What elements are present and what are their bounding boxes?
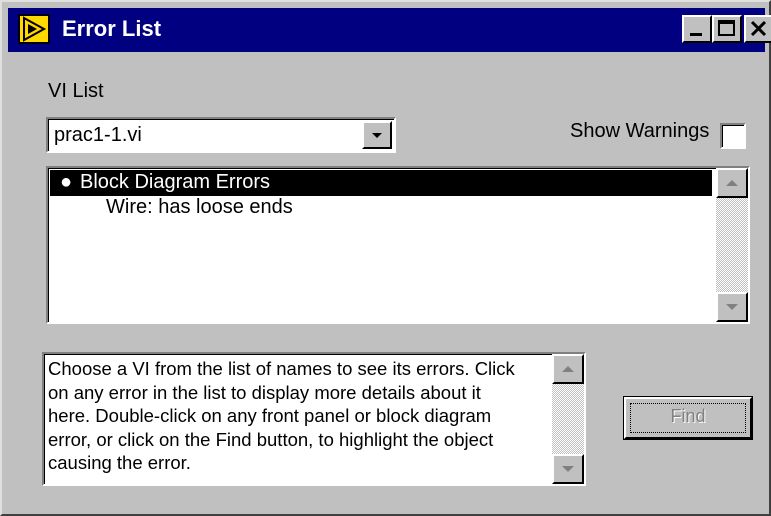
close-button[interactable] [744, 15, 771, 43]
arrow-down-icon [726, 304, 738, 310]
maximize-icon [718, 20, 735, 36]
details-line: error, or click on the Find button, to h… [48, 428, 494, 450]
arrow-up-icon [726, 180, 738, 186]
arrow-up-icon [562, 366, 574, 372]
scroll-down-button[interactable] [552, 454, 584, 484]
title-bar[interactable]: Error List [8, 8, 771, 52]
vi-list-dropdown-button[interactable] [362, 121, 392, 149]
minimize-button[interactable] [682, 15, 712, 43]
details-line: Choose a VI from the list of names to se… [48, 358, 515, 379]
show-warnings-label: Show Warnings [570, 120, 710, 142]
maximize-button[interactable] [712, 15, 742, 43]
error-list-scrollbar[interactable] [716, 168, 748, 322]
scroll-down-button[interactable] [716, 292, 748, 322]
labview-run-icon [18, 14, 50, 44]
error-list-box[interactable]: ● Block Diagram Errors Wire: has loose e… [46, 166, 750, 324]
details-scrollbar[interactable] [552, 354, 584, 484]
show-warnings-checkbox[interactable] [720, 123, 746, 149]
find-button[interactable]: Find [624, 397, 752, 439]
details-line: on any error in the list to display more… [48, 381, 481, 403]
vi-list-label: VI List [48, 80, 104, 102]
vi-list-dropdown[interactable]: prac1-1.vi [46, 117, 396, 153]
vi-list-selected-value: prac1-1.vi [54, 124, 142, 146]
scroll-up-button[interactable] [716, 168, 748, 198]
window-title: Error List [62, 16, 162, 41]
details-line: causing the error. [48, 452, 191, 473]
scroll-up-button[interactable] [552, 354, 584, 384]
bullet-icon: ● [60, 171, 73, 193]
error-category-label: Block Diagram Errors [80, 171, 271, 193]
error-list-window: Error List VI List prac1-1.vi Show Warni… [0, 0, 771, 516]
error-details-box[interactable]: Choose a VI from the list of names to se… [42, 352, 586, 486]
close-icon [750, 20, 767, 37]
arrow-down-icon [562, 466, 574, 472]
error-details-text: Choose a VI from the list of names to se… [48, 357, 548, 475]
details-line: here. Double-click on any front panel or… [48, 405, 492, 426]
find-button-label: Find [670, 406, 706, 426]
list-item[interactable]: Wire: has loose ends [106, 196, 293, 219]
chevron-down-icon [372, 133, 382, 138]
minimize-icon [690, 33, 702, 36]
list-item[interactable]: ● Block Diagram Errors [50, 170, 712, 196]
